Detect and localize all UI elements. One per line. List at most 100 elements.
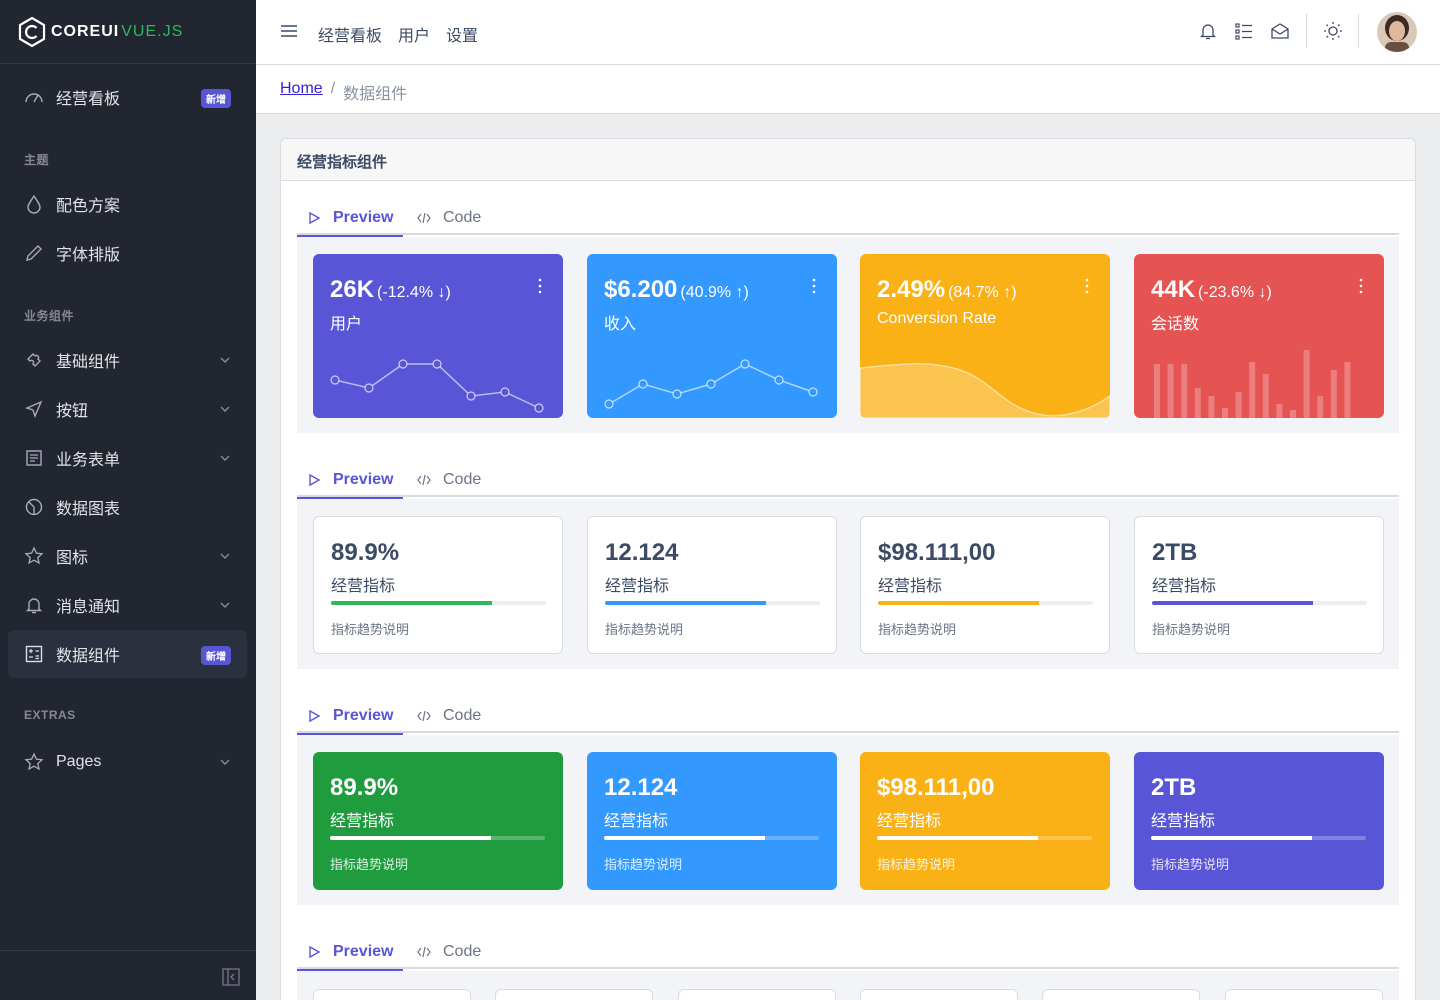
mini-widget bbox=[495, 989, 653, 1000]
sidebar-item-dashboard[interactable]: 经营看板 新增 bbox=[8, 73, 247, 121]
progress-fill bbox=[331, 601, 493, 605]
header-nav-users[interactable]: 用户 bbox=[398, 22, 430, 46]
sidebar-item-widgets[interactable]: 数据组件 新增 bbox=[8, 630, 247, 678]
progress-widget: 89.9% 经营指标 指标趋势说明 bbox=[313, 752, 563, 890]
sidebar-item-forms[interactable]: 业务表单 bbox=[8, 434, 247, 482]
tab-code-label: Code bbox=[443, 209, 482, 226]
stat-widget-conversion: 2.49% (84.7% ↑) Conversion Rate bbox=[860, 254, 1110, 418]
widget-change: (40.9% ↑) bbox=[680, 284, 749, 301]
progress-value: 2TB bbox=[1152, 539, 1198, 566]
tab-preview[interactable]: Preview bbox=[297, 935, 403, 971]
progress-widget: 12.124 经营指标 指标趋势说明 bbox=[587, 516, 837, 654]
widget-value: 26K bbox=[330, 276, 375, 303]
sidebar-item-label: 按钮 bbox=[56, 403, 89, 420]
progress-bar bbox=[331, 601, 546, 605]
more-vertical-icon[interactable] bbox=[1084, 278, 1090, 294]
sparkline-point bbox=[432, 359, 442, 369]
widget-line-chart bbox=[330, 359, 544, 413]
notes-icon bbox=[24, 448, 44, 468]
sidebar-item-icons[interactable]: 图标 bbox=[8, 532, 247, 580]
tab-preview[interactable]: Preview bbox=[297, 463, 403, 499]
brand-name: COREUI bbox=[51, 22, 120, 40]
progress-value: $98.111,00 bbox=[877, 774, 995, 801]
sidebar-footer bbox=[0, 950, 256, 1000]
stat-widget-income: $6.200 (40.9% ↑) 收入 bbox=[587, 254, 837, 418]
widget-change: (84.7% ↑) bbox=[948, 284, 1017, 301]
progress-bar bbox=[1151, 836, 1366, 840]
list-icon[interactable] bbox=[1234, 21, 1254, 41]
widget-area-chart bbox=[860, 362, 1110, 418]
header-nav-dashboard[interactable]: 经营看板 bbox=[318, 22, 382, 46]
breadcrumb-home-link[interactable]: Home bbox=[280, 80, 323, 104]
play-icon bbox=[309, 473, 321, 487]
header-nav-settings[interactable]: 设置 bbox=[446, 22, 478, 46]
sidebar-item-notifications[interactable]: 消息通知 bbox=[8, 581, 247, 629]
more-vertical-icon[interactable] bbox=[1358, 278, 1364, 294]
sidebar-item-typography[interactable]: 字体排版 bbox=[8, 229, 247, 277]
chart-pie-icon bbox=[24, 497, 44, 517]
tab-code[interactable]: Code bbox=[417, 699, 481, 733]
bar bbox=[1290, 410, 1296, 418]
preview-panel: 26K (-12.4% ↓) 用户 $6.200 (40.9% ↑) 收入 2.49… bbox=[297, 237, 1399, 433]
sidebar-item-pages[interactable]: Pages bbox=[8, 738, 247, 786]
avatar[interactable] bbox=[1377, 12, 1417, 52]
progress-note: 指标趋势说明 bbox=[877, 857, 956, 872]
sidebar-item-label: 业务表单 bbox=[56, 452, 121, 469]
preview-panel: 89.9% 经营指标 指标趋势说明 12.124 经营指标 指标趋势说明 $98… bbox=[297, 499, 1399, 669]
progress-label: 经营指标 bbox=[605, 578, 670, 595]
tab-code[interactable]: Code bbox=[417, 463, 481, 497]
tab-preview[interactable]: Preview bbox=[297, 201, 403, 237]
tab-preview[interactable]: Preview bbox=[297, 699, 403, 735]
progress-widget: 89.9% 经营指标 指标趋势说明 bbox=[313, 516, 563, 654]
breadcrumb-current: 数据组件 bbox=[343, 86, 408, 103]
progress-fill bbox=[1152, 601, 1314, 605]
bar bbox=[1208, 396, 1215, 418]
preview-code-tabs: Preview Code bbox=[297, 699, 1399, 735]
sparkline-point bbox=[330, 375, 340, 385]
progress-note: 指标趋势说明 bbox=[330, 857, 409, 872]
progress-bar bbox=[330, 836, 545, 840]
envelope-open-icon[interactable] bbox=[1270, 21, 1290, 41]
progress-bar bbox=[604, 836, 819, 840]
sidebar-toggler-icon[interactable] bbox=[222, 968, 240, 986]
bar bbox=[1344, 362, 1351, 418]
mini-widget bbox=[313, 989, 471, 1000]
widget-value: 2.49% bbox=[877, 276, 946, 303]
mini-widget bbox=[678, 989, 836, 1000]
sidebar-item-base[interactable]: 基础组件 bbox=[8, 336, 247, 384]
more-vertical-icon[interactable] bbox=[811, 278, 817, 294]
more-vertical-icon[interactable] bbox=[537, 278, 543, 294]
bar bbox=[1194, 388, 1201, 418]
preview-panel: 89.9% 经营指标 指标趋势说明 12.124 经营指标 指标趋势说明 $98… bbox=[297, 735, 1399, 905]
progress-widget: $98.111,00 经营指标 指标趋势说明 bbox=[860, 752, 1110, 890]
chevron-down-icon bbox=[220, 406, 230, 412]
sidebar-item-colors[interactable]: 配色方案 bbox=[8, 180, 247, 228]
sparkline-point bbox=[638, 379, 648, 389]
progress-note: 指标趋势说明 bbox=[1151, 857, 1230, 872]
star-icon bbox=[24, 752, 44, 772]
sparkline-point bbox=[500, 387, 510, 397]
mini-widget bbox=[1225, 989, 1383, 1000]
sidebar-item-charts[interactable]: 数据图表 bbox=[8, 483, 247, 531]
coreui-logo-icon bbox=[18, 16, 46, 47]
bell-icon[interactable] bbox=[1198, 21, 1218, 41]
progress-fill bbox=[604, 836, 766, 840]
progress-bar bbox=[878, 601, 1093, 605]
tab-preview-label: Preview bbox=[333, 943, 394, 960]
sidebar-item-buttons[interactable]: 按钮 bbox=[8, 385, 247, 433]
sidebar-item-label: 基础组件 bbox=[56, 354, 121, 371]
sparkline-point bbox=[808, 387, 818, 397]
widget-change: (-12.4% ↓) bbox=[377, 284, 451, 301]
sidebar-item-label: 字体排版 bbox=[56, 247, 121, 264]
bar bbox=[1167, 364, 1174, 418]
mini-widget bbox=[1042, 989, 1200, 1000]
tab-code[interactable]: Code bbox=[417, 201, 481, 235]
tab-code[interactable]: Code bbox=[417, 935, 481, 969]
sidebar-item-label: 经营看板 bbox=[56, 91, 121, 108]
progress-label: 经营指标 bbox=[1152, 578, 1217, 595]
brand-logo[interactable]: COREUI VUE.JS bbox=[0, 0, 256, 64]
hamburger-menu-icon[interactable] bbox=[280, 22, 298, 40]
progress-fill bbox=[330, 836, 492, 840]
sun-icon[interactable] bbox=[1323, 21, 1343, 41]
sparkline-point bbox=[534, 403, 544, 413]
